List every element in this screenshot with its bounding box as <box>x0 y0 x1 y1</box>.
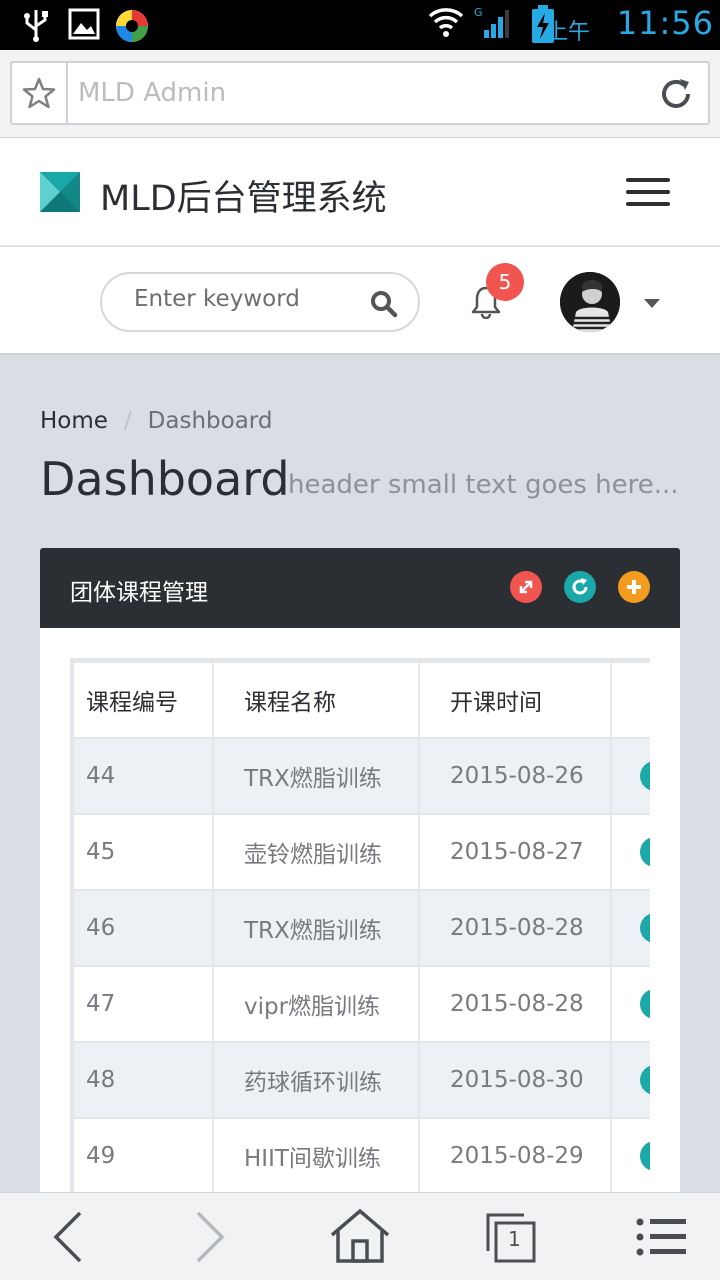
status-bar: G 上午 11:56 <box>0 0 720 50</box>
cell-id: 45 <box>72 813 214 891</box>
cell-date: 2015-08-30 <box>418 1041 612 1119</box>
row-action-button[interactable] <box>640 913 650 943</box>
cell-date: 2015-08-28 <box>418 965 612 1043</box>
notification-badge[interactable]: 5 <box>486 263 524 301</box>
cell-id: 48 <box>72 1041 214 1119</box>
page-subtitle: header small text goes here... <box>288 470 679 500</box>
column-header-date[interactable]: 开课时间 <box>418 661 612 739</box>
refresh-icon[interactable] <box>564 571 596 603</box>
cell-id: 44 <box>72 737 214 815</box>
chevron-down-icon[interactable] <box>644 299 660 308</box>
cell-name: vipr燃脂训练 <box>212 965 420 1043</box>
table-row[interactable]: 47 vipr燃脂训练 2015-08-28 <box>72 965 650 1043</box>
panel-header: 团体课程管理 <box>40 548 680 628</box>
table-row[interactable]: 48 药球循环训练 2015-08-30 <box>72 1041 650 1119</box>
cell-name: 药球循环训练 <box>212 1041 420 1119</box>
search-placeholder: Enter keyword <box>134 286 300 312</box>
expand-icon[interactable] <box>510 571 542 603</box>
row-action-button[interactable] <box>640 1141 650 1171</box>
column-header-id[interactable]: 课程编号 <box>72 661 214 739</box>
table-row[interactable]: 46 TRX燃脂训练 2015-08-28 <box>72 889 650 967</box>
app-title[interactable]: MLD后台管理系统 <box>100 170 387 221</box>
cell-name: HIIT间歇训练 <box>212 1117 420 1195</box>
cell-name: TRX燃脂训练 <box>212 889 420 967</box>
cell-name: TRX燃脂训练 <box>212 737 420 815</box>
bookmark-star-icon[interactable] <box>12 63 68 123</box>
breadcrumb: Home / Dashboard <box>40 408 272 434</box>
back-icon[interactable] <box>50 1209 84 1269</box>
browser-menu-icon[interactable] <box>636 1217 688 1261</box>
cell-date: 2015-08-29 <box>418 1117 612 1195</box>
search-input[interactable]: Enter keyword <box>100 272 420 332</box>
add-icon[interactable] <box>618 571 650 603</box>
cell-actions <box>610 737 650 815</box>
cell-date: 2015-08-28 <box>418 889 612 967</box>
cell-actions <box>610 1041 650 1119</box>
tab-count: 1 <box>508 1227 521 1251</box>
course-table: 课程编号 课程名称 开课时间 44 TRX燃脂训练 2015-08-26 45 … <box>70 658 650 1218</box>
home-icon[interactable] <box>328 1207 392 1269</box>
column-header-name[interactable]: 课程名称 <box>212 661 420 739</box>
browser-address-bar: MLD Admin <box>0 50 720 138</box>
row-action-button[interactable] <box>640 837 650 867</box>
table-header-row: 课程编号 课程名称 开课时间 <box>72 661 650 739</box>
cell-actions <box>610 965 650 1043</box>
column-header-actions <box>610 661 650 739</box>
cell-id: 47 <box>72 965 214 1043</box>
cell-id: 49 <box>72 1117 214 1195</box>
cell-date: 2015-08-26 <box>418 737 612 815</box>
table-row[interactable]: 45 壶铃燃脂训练 2015-08-27 <box>72 813 650 891</box>
cell-actions <box>610 889 650 967</box>
app-logo-icon <box>114 8 150 48</box>
image-icon <box>68 8 100 44</box>
cell-actions <box>610 1117 650 1195</box>
tabs-icon[interactable]: 1 <box>484 1211 538 1269</box>
cell-actions <box>610 813 650 891</box>
brand-logo-icon[interactable] <box>40 172 80 212</box>
breadcrumb-current: Dashboard <box>147 408 273 434</box>
address-text: MLD Admin <box>78 78 227 108</box>
status-ampm: 上午 <box>545 20 590 45</box>
avatar[interactable] <box>560 272 620 332</box>
row-action-button[interactable] <box>640 761 650 791</box>
course-panel: 团体课程管理 课程编号 课程名称 开课时间 44 TRX燃脂训练 2015-08… <box>40 548 680 1248</box>
breadcrumb-home[interactable]: Home <box>40 408 108 434</box>
panel-title: 团体课程管理 <box>70 580 208 606</box>
row-action-button[interactable] <box>640 989 650 1019</box>
usb-icon <box>22 8 50 46</box>
search-icon[interactable] <box>370 290 398 322</box>
row-action-button[interactable] <box>640 1065 650 1095</box>
app-header: MLD后台管理系统 <box>0 138 720 246</box>
address-field[interactable]: MLD Admin <box>10 61 710 125</box>
menu-toggle-icon[interactable] <box>626 178 670 206</box>
browser-bottom-nav: 1 <box>0 1192 720 1280</box>
wifi-icon <box>428 6 464 42</box>
reload-icon[interactable] <box>658 76 694 116</box>
table-row[interactable]: 44 TRX燃脂训练 2015-08-26 <box>72 737 650 815</box>
forward-icon[interactable] <box>194 1209 228 1269</box>
breadcrumb-separator: / <box>123 408 132 434</box>
svg-text:G: G <box>474 6 483 19</box>
cell-name: 壶铃燃脂训练 <box>212 813 420 891</box>
status-time: 11:56 <box>616 4 714 42</box>
cell-id: 46 <box>72 889 214 967</box>
signal-icon: G <box>474 4 510 44</box>
table-row[interactable]: 49 HIIT间歇训练 2015-08-29 <box>72 1117 650 1195</box>
page-title: Dashboard <box>40 452 290 506</box>
cell-date: 2015-08-27 <box>418 813 612 891</box>
